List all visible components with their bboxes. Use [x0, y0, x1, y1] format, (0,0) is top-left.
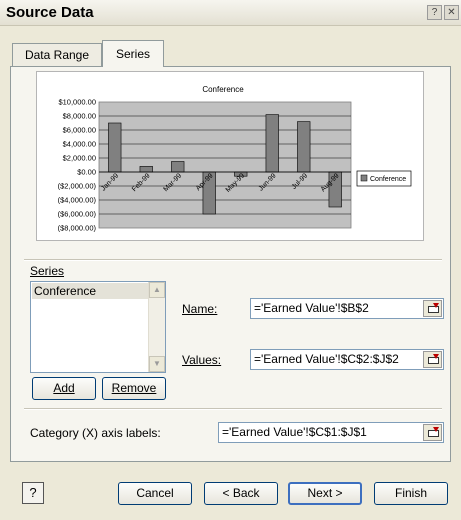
- category-field[interactable]: ='Earned Value'!$C$1:$J$1: [218, 422, 444, 443]
- finish-button[interactable]: Finish: [374, 482, 448, 505]
- close-icon[interactable]: ✕: [444, 5, 459, 20]
- name-label: Name:: [182, 302, 218, 316]
- next-button[interactable]: Next >: [288, 482, 362, 505]
- y-tick-label: $4,000.00: [63, 140, 96, 149]
- y-tick-label: ($6,000.00): [58, 210, 97, 219]
- listbox-scrollbar[interactable]: ▲ ▼: [148, 282, 165, 372]
- back-button[interactable]: < Back: [204, 482, 278, 505]
- chart-title: Conference: [202, 85, 244, 94]
- y-tick-label: ($2,000.00): [58, 182, 97, 191]
- bar: [108, 122, 122, 173]
- collapse-dialog-icon[interactable]: [423, 351, 442, 368]
- values-field[interactable]: ='Earned Value'!$C$2:$J$2: [250, 349, 444, 370]
- add-button[interactable]: Add: [32, 377, 96, 400]
- y-tick-label: $8,000.00: [63, 112, 96, 121]
- remove-button[interactable]: Remove: [102, 377, 166, 400]
- separator: [24, 259, 442, 261]
- scroll-down-icon[interactable]: ▼: [149, 356, 165, 372]
- bar: [139, 166, 153, 173]
- category-label: Category (X) axis labels:: [30, 426, 161, 440]
- legend-label: Conference: [370, 176, 406, 183]
- y-tick-label: $10,000.00: [58, 98, 96, 107]
- help-icon[interactable]: ?: [427, 5, 442, 20]
- name-field[interactable]: ='Earned Value'!$B$2: [250, 298, 444, 319]
- bar: [265, 114, 279, 173]
- tab-series[interactable]: Series: [102, 40, 164, 67]
- tab-data-range[interactable]: Data Range: [12, 43, 102, 66]
- scroll-up-icon[interactable]: ▲: [149, 282, 165, 298]
- help-button[interactable]: ?: [22, 482, 44, 504]
- chart-preview: Conference $10,000.00 $8,000.00 $6,000.00 $4…: [36, 71, 424, 241]
- collapse-dialog-icon[interactable]: [423, 424, 442, 441]
- y-tick-label: ($4,000.00): [58, 196, 97, 205]
- separator: [24, 408, 442, 410]
- chart-svg: Conference $10,000.00 $8,000.00 $6,000.00 $4…: [58, 85, 412, 233]
- values-label: Values:: [182, 353, 222, 367]
- series-listbox[interactable]: Conference ▲ ▼: [30, 281, 166, 373]
- plot-area: [98, 101, 352, 229]
- title-bar: Source Data ? ✕: [0, 0, 461, 26]
- list-item[interactable]: Conference: [32, 283, 148, 299]
- y-tick-label: $2,000.00: [63, 154, 96, 163]
- name-value: ='Earned Value'!$B$2: [254, 301, 369, 315]
- series-label: Series: [30, 264, 65, 278]
- y-tick-label: $0.00: [77, 168, 96, 177]
- y-tick-label: ($8,000.00): [58, 224, 97, 233]
- bar: [171, 161, 185, 173]
- window-title: Source Data: [6, 4, 94, 21]
- y-tick-label: $6,000.00: [63, 126, 96, 135]
- legend-swatch: [360, 174, 368, 182]
- values-value: ='Earned Value'!$C$2:$J$2: [254, 352, 399, 366]
- bar: [297, 121, 311, 173]
- collapse-dialog-icon[interactable]: [423, 300, 442, 317]
- cancel-button[interactable]: Cancel: [118, 482, 192, 505]
- category-value: ='Earned Value'!$C$1:$J$1: [222, 425, 367, 439]
